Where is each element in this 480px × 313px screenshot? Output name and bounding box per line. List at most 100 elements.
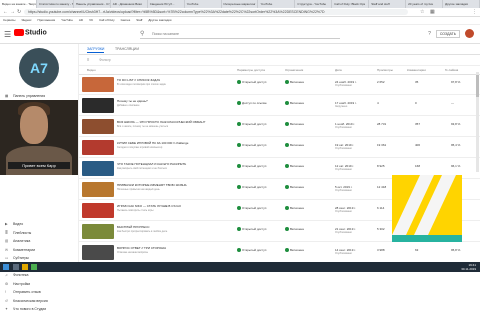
col-restrictions[interactable]: Ограничения (285, 68, 303, 72)
browser-tab[interactable]: Сведения Ютуб... (148, 0, 185, 8)
channel-avatar[interactable]: A7 (19, 48, 59, 88)
extensions-icon[interactable]: ▦ (430, 9, 435, 15)
studio-logo[interactable]: Studio (14, 29, 47, 36)
video-row[interactable]: ВСЯ ШКОЛА — ЭТО ПРОСТО ЛАЖ КЛАССИЧЕСКИЙ … (79, 117, 480, 137)
comments-cell: 357 (415, 122, 421, 126)
video-thumbnail[interactable] (82, 182, 114, 197)
sidebar-item-dashboard[interactable]: ▦ Панель управления (5, 92, 45, 100)
access-cell[interactable]: Открытый доступ (237, 80, 266, 85)
access-cell[interactable]: Открытый доступ (237, 143, 266, 148)
col-likes[interactable]: % лайков (445, 68, 458, 72)
help-icon[interactable]: ? (428, 31, 431, 37)
search-box[interactable]: ⚲ (140, 29, 340, 39)
ad-banner[interactable] (392, 175, 462, 235)
video-title[interactable]: TO DO LIST // СПИСОК ЗАДАЧ (117, 78, 212, 82)
restriction-label: Включена (290, 206, 304, 210)
video-thumbnail[interactable] (82, 77, 114, 92)
bookmark-item[interactable]: Games (118, 17, 134, 24)
video-title[interactable]: Почему ты не идёшь? (117, 99, 212, 103)
bookmark-item[interactable]: Call of Duty (96, 17, 118, 24)
access-cell[interactable]: Открытый доступ (237, 227, 266, 232)
sidebar-item-audio-library[interactable]: ♫ Фонотека (5, 271, 28, 279)
sidebar-item-subtitles[interactable]: ▭ Субтитры (5, 254, 29, 262)
browser-tab[interactable]: Staff and stuff (369, 0, 407, 8)
video-thumbnail[interactable] (82, 98, 114, 113)
bookmark-item[interactable]: Другие закладки (145, 17, 174, 24)
col-views[interactable]: Просмотры (377, 68, 393, 72)
bookmark-item[interactable]: YouTube (58, 17, 76, 24)
bookmark-item[interactable]: VK (86, 17, 96, 24)
video-thumbnail[interactable] (82, 161, 114, 176)
browser-tab[interactable]: Видео на канале - Творческая... (0, 0, 37, 8)
scrollbar-thumb[interactable] (476, 75, 479, 97)
taskbar-app-icon[interactable] (31, 264, 37, 270)
star-icon[interactable]: ☆ (420, 9, 424, 15)
col-access[interactable]: Параметры доступа (237, 68, 265, 72)
video-title[interactable]: КУПИЛ СЕБЕ ИГРОВОЙ ПК ЗА 100 000 // chal… (117, 141, 212, 145)
video-title[interactable]: ПРИВЫЧКИ КОТОРЫЕ ИЗМЕНЯТ ТВОЮ ЖИЗНЬ (117, 183, 212, 187)
bookmark-item[interactable]: AD (76, 17, 86, 24)
tab-live[interactable]: ТРАНСЛЯЦИИ (115, 46, 139, 52)
video-title[interactable]: ВОПРОС ОТВЕТ // ТРИ СТОРОНЫ (117, 246, 212, 250)
col-video[interactable]: Видео (87, 68, 96, 72)
sidebar-item-playlist[interactable]: ≣ Плейлисты (5, 229, 31, 237)
col-date[interactable]: Дата (335, 68, 342, 72)
start-icon[interactable] (3, 264, 9, 270)
account-avatar[interactable] (465, 29, 474, 38)
ad-cta-bar[interactable]: КУПИТЬ БИЛЕТ (392, 235, 462, 249)
url-field[interactable]: https://studio.youtube.com/channel/UCbsh… (24, 9, 408, 15)
hamburger-menu-icon[interactable]: ☰ (4, 30, 11, 39)
browser-tab[interactable]: Панель управления - Студия... (74, 0, 111, 8)
browser-tab[interactable]: Call of Duty: Black Ops (332, 0, 370, 8)
video-row[interactable]: ВОПРОС ОТВЕТ // ТРИ СТОРОНЫ Отвечаю на ва… (79, 243, 480, 263)
video-row[interactable]: TO DO LIST // СПИСОК ЗАДАЧ В этом видео п… (79, 75, 480, 95)
video-title[interactable]: БЫСТРЫЙ ПРОГРЕСС (117, 225, 212, 229)
browser-tab[interactable]: Другие закладки (443, 0, 480, 8)
bookmark-item[interactable]: Staff (133, 17, 145, 24)
video-thumbnail[interactable] (82, 224, 114, 239)
filter-bar[interactable]: ≡ Фильтр (79, 55, 480, 66)
video-thumbnail[interactable] (82, 245, 114, 260)
access-cell[interactable]: Открытый доступ (237, 185, 266, 190)
reload-icon[interactable]: ↻ (17, 9, 21, 15)
tab-uploads[interactable]: ЗАГРУЗКИ (87, 46, 105, 53)
bookmark-item[interactable]: Яндекс (18, 17, 34, 24)
video-thumbnail[interactable] (82, 119, 114, 134)
browser-tab[interactable]: Интересные маркетинг (222, 0, 259, 8)
browser-tab[interactable]: Статистика по каналу - Творч... (37, 0, 74, 8)
browser-tab[interactable]: 20 years of my live (406, 0, 444, 8)
back-icon[interactable]: ← (3, 9, 8, 15)
video-thumbnail[interactable] (82, 203, 114, 218)
video-title[interactable]: ИГРАЮ КАК NIKO — СТАТЬ ЛУЧШЕ В CS:GO (117, 204, 212, 208)
taskbar-app-icon[interactable] (13, 264, 19, 270)
browser-tab[interactable]: Структура - YouTube (295, 0, 333, 8)
sidebar-item-settings[interactable]: ⚙ Настройки (5, 280, 30, 288)
sidebar-item-classic[interactable]: ↺ Классическая версия (5, 297, 48, 305)
video-thumbnail[interactable] (82, 140, 114, 155)
sidebar-item-analytics[interactable]: ▥ Аналитика (5, 237, 30, 245)
bookmark-item[interactable]: Приложения (35, 17, 59, 24)
col-comments[interactable]: Комментарии (407, 68, 426, 72)
sidebar-item-whats-new[interactable]: ✦ Что нового в Студии (5, 305, 46, 313)
access-cell[interactable]: Открытый доступ (237, 122, 266, 127)
access-cell[interactable]: Доступ по ссылке (237, 101, 267, 106)
access-cell[interactable]: Открытый доступ (237, 206, 266, 211)
video-title[interactable]: ВСЯ ШКОЛА — ЭТО ПРОСТО ЛАЖ КЛАССИЧЕСКИЙ … (117, 120, 212, 124)
browser-tab[interactable]: YouTube (185, 0, 222, 8)
create-button[interactable]: СОЗДАТЬ (435, 29, 460, 38)
video-row[interactable]: Почему ты не идёшь? Добавьте описание Дост… (79, 96, 480, 116)
sidebar-item-video[interactable]: ▶ Видео (5, 220, 23, 228)
forward-icon[interactable]: → (10, 9, 15, 15)
search-input[interactable] (150, 30, 334, 38)
sidebar-item-feedback[interactable]: ! Отправить отзыв (5, 288, 41, 296)
bookmark-item[interactable]: Сервисы (0, 17, 18, 24)
taskbar-app-icon[interactable] (22, 264, 28, 270)
access-cell[interactable]: Открытый доступ (237, 164, 266, 169)
access-cell[interactable]: Открытый доступ (237, 248, 266, 253)
browser-tab[interactable]: AD - Домашняя Вики (111, 0, 148, 8)
browser-tab[interactable]: YouTube (258, 0, 296, 8)
sidebar-item-comments[interactable]: ✉ Комментарии (5, 246, 35, 254)
video-row[interactable]: КУПИЛ СЕБЕ ИГРОВОЙ ПК ЗА 100 000 // chal… (79, 138, 480, 158)
video-title[interactable]: ЧТО ТАКОЕ ПОТЕНЦИАЛ И КАК ЕГО РАСКРЫТЬ (117, 162, 212, 166)
browser-menu-icon[interactable]: ⋮ (472, 9, 477, 15)
